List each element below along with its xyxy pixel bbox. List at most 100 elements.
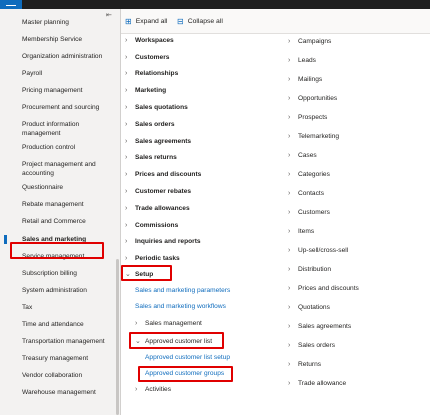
chevron-right-icon: › (125, 222, 128, 229)
group-marketing[interactable]: › Marketing (125, 87, 166, 94)
link-sales-and-marketing-parameters[interactable]: Sales and marketing parameters (135, 287, 230, 294)
nav-scrollbar[interactable] (116, 259, 119, 415)
group-campaigns[interactable]: › Campaigns (288, 38, 331, 45)
chevron-right-icon: › (125, 171, 128, 178)
chevron-right-icon: › (288, 209, 291, 216)
group-commissions[interactable]: › Commissions (125, 222, 178, 229)
chevron-right-icon: › (288, 152, 291, 159)
nav-item-tax[interactable]: Tax (0, 303, 116, 312)
expand-all-button[interactable]: ⊞ Expand all (125, 17, 167, 26)
group-prospects[interactable]: › Prospects (288, 114, 327, 121)
group-up-sell-cross-sell[interactable]: › Up-sell/cross-sell (288, 247, 348, 254)
collapse-all-label: Collapse all (187, 18, 223, 25)
nav-item-pricing-management[interactable]: Pricing management (0, 86, 116, 95)
chevron-right-icon: › (288, 361, 291, 368)
navigation-pane: ⇤ Master planning Membership Service Org… (0, 9, 121, 415)
group-prices-and-discounts-right[interactable]: › Prices and discounts (288, 285, 359, 292)
group-sales-orders[interactable]: › Sales orders (125, 121, 175, 128)
expand-all-icon: ⊞ (125, 17, 132, 26)
chevron-right-icon: › (288, 95, 291, 102)
link-sales-and-marketing-workflows[interactable]: Sales and marketing workflows (135, 303, 226, 310)
group-contacts[interactable]: › Contacts (288, 190, 324, 197)
group-quotations[interactable]: › Quotations (288, 304, 330, 311)
group-sales-management[interactable]: › Sales management (135, 320, 202, 327)
group-inquiries-and-reports[interactable]: › Inquiries and reports (125, 238, 201, 245)
collapse-all-icon: ⊟ (177, 17, 184, 26)
group-distribution[interactable]: › Distribution (288, 266, 331, 273)
group-telemarketing[interactable]: › Telemarketing (288, 133, 339, 140)
expand-all-label: Expand all (135, 18, 168, 25)
chevron-right-icon: › (125, 70, 128, 77)
toolbar: ⊞ Expand all ⊟ Collapse all (121, 9, 430, 34)
group-customers[interactable]: › Customers (125, 54, 169, 61)
nav-item-project-management-and-accounting[interactable]: Project management and accounting (0, 160, 106, 178)
nav-item-subscription-billing[interactable]: Subscription billing (0, 269, 116, 278)
nav-item-membership-service[interactable]: Membership Service (0, 35, 116, 44)
chevron-right-icon: › (288, 285, 291, 292)
chevron-right-icon: › (288, 342, 291, 349)
group-sales-orders-right[interactable]: › Sales orders (288, 342, 335, 349)
chevron-right-icon: › (125, 188, 128, 195)
nav-item-transportation-management[interactable]: Transportation management (0, 337, 116, 346)
nav-item-system-administration[interactable]: System administration (0, 286, 116, 295)
chevron-right-icon: › (125, 37, 128, 44)
chevron-right-icon: › (288, 380, 291, 387)
group-prices-and-discounts[interactable]: › Prices and discounts (125, 171, 201, 178)
group-customers-right[interactable]: › Customers (288, 209, 330, 216)
group-approved-customer-list[interactable]: ⌄ Approved customer list (135, 337, 212, 346)
group-categories[interactable]: › Categories (288, 171, 330, 178)
nav-item-production-control[interactable]: Production control (0, 143, 116, 152)
chevron-right-icon: › (125, 54, 128, 61)
group-relationships[interactable]: › Relationships (125, 70, 178, 77)
nav-item-sales-and-marketing[interactable]: Sales and marketing (0, 235, 116, 244)
nav-item-retail-and-commerce[interactable]: Retail and Commerce (0, 217, 116, 226)
group-trade-allowance[interactable]: › Trade allowance (288, 380, 346, 387)
group-trade-allowances[interactable]: › Trade allowances (125, 205, 190, 212)
group-leads[interactable]: › Leads (288, 57, 316, 64)
chevron-right-icon: › (288, 57, 291, 64)
chevron-right-icon: › (125, 238, 128, 245)
nav-item-procurement-and-sourcing[interactable]: Procurement and sourcing (0, 103, 116, 112)
group-mailings[interactable]: › Mailings (288, 76, 322, 83)
chevron-right-icon: › (288, 38, 291, 45)
group-sales-agreements[interactable]: › Sales agreements (125, 138, 191, 145)
module-list: Master planning Membership Service Organ… (0, 19, 116, 397)
chevron-right-icon: › (288, 133, 291, 140)
collapse-all-button[interactable]: ⊟ Collapse all (177, 17, 223, 26)
nav-item-rebate-management[interactable]: Rebate management (0, 200, 116, 209)
group-opportunities[interactable]: › Opportunities (288, 95, 337, 102)
nav-item-treasury-management[interactable]: Treasury management (0, 354, 116, 363)
chevron-right-icon: › (288, 304, 291, 311)
chevron-right-icon: › (125, 121, 128, 128)
chevron-right-icon: › (288, 266, 291, 273)
group-setup[interactable]: ⌄ Setup (125, 270, 153, 279)
nav-item-product-information-management[interactable]: Product information management (0, 120, 104, 138)
group-periodic-tasks[interactable]: › Periodic tasks (125, 255, 180, 262)
group-sales-agreements-right[interactable]: › Sales agreements (288, 323, 351, 330)
group-activities[interactable]: › Activities (135, 386, 171, 393)
nav-item-vendor-collaboration[interactable]: Vendor collaboration (0, 371, 116, 380)
chevron-right-icon: › (125, 87, 128, 94)
chevron-right-icon: › (288, 247, 291, 254)
nav-item-payroll[interactable]: Payroll (0, 69, 116, 78)
nav-item-warehouse-management[interactable]: Warehouse management (0, 388, 116, 397)
group-customer-rebates[interactable]: › Customer rebates (125, 188, 191, 195)
link-approved-customer-list-setup[interactable]: Approved customer list setup (145, 354, 230, 361)
group-cases[interactable]: › Cases (288, 152, 317, 159)
chevron-down-icon: ⌄ (135, 338, 141, 345)
nav-item-time-and-attendance[interactable]: Time and attendance (0, 320, 116, 329)
group-sales-returns[interactable]: › Sales returns (125, 154, 177, 161)
link-approved-customer-groups[interactable]: Approved customer groups (145, 370, 224, 377)
chevron-right-icon: › (288, 228, 291, 235)
group-returns[interactable]: › Returns (288, 361, 321, 368)
nav-item-organization-administration[interactable]: Organization administration (0, 52, 116, 61)
chevron-right-icon: › (125, 104, 128, 111)
group-sales-quotations[interactable]: › Sales quotations (125, 104, 188, 111)
group-items[interactable]: › Items (288, 228, 314, 235)
nav-item-service-management[interactable]: Service management (0, 252, 116, 261)
nav-item-questionnaire[interactable]: Questionnaire (0, 183, 116, 192)
group-workspaces[interactable]: › Workspaces (125, 37, 174, 44)
chevron-right-icon: › (288, 190, 291, 197)
chevron-down-icon: ⌄ (125, 271, 131, 278)
nav-item-master-planning[interactable]: Master planning (0, 18, 116, 27)
